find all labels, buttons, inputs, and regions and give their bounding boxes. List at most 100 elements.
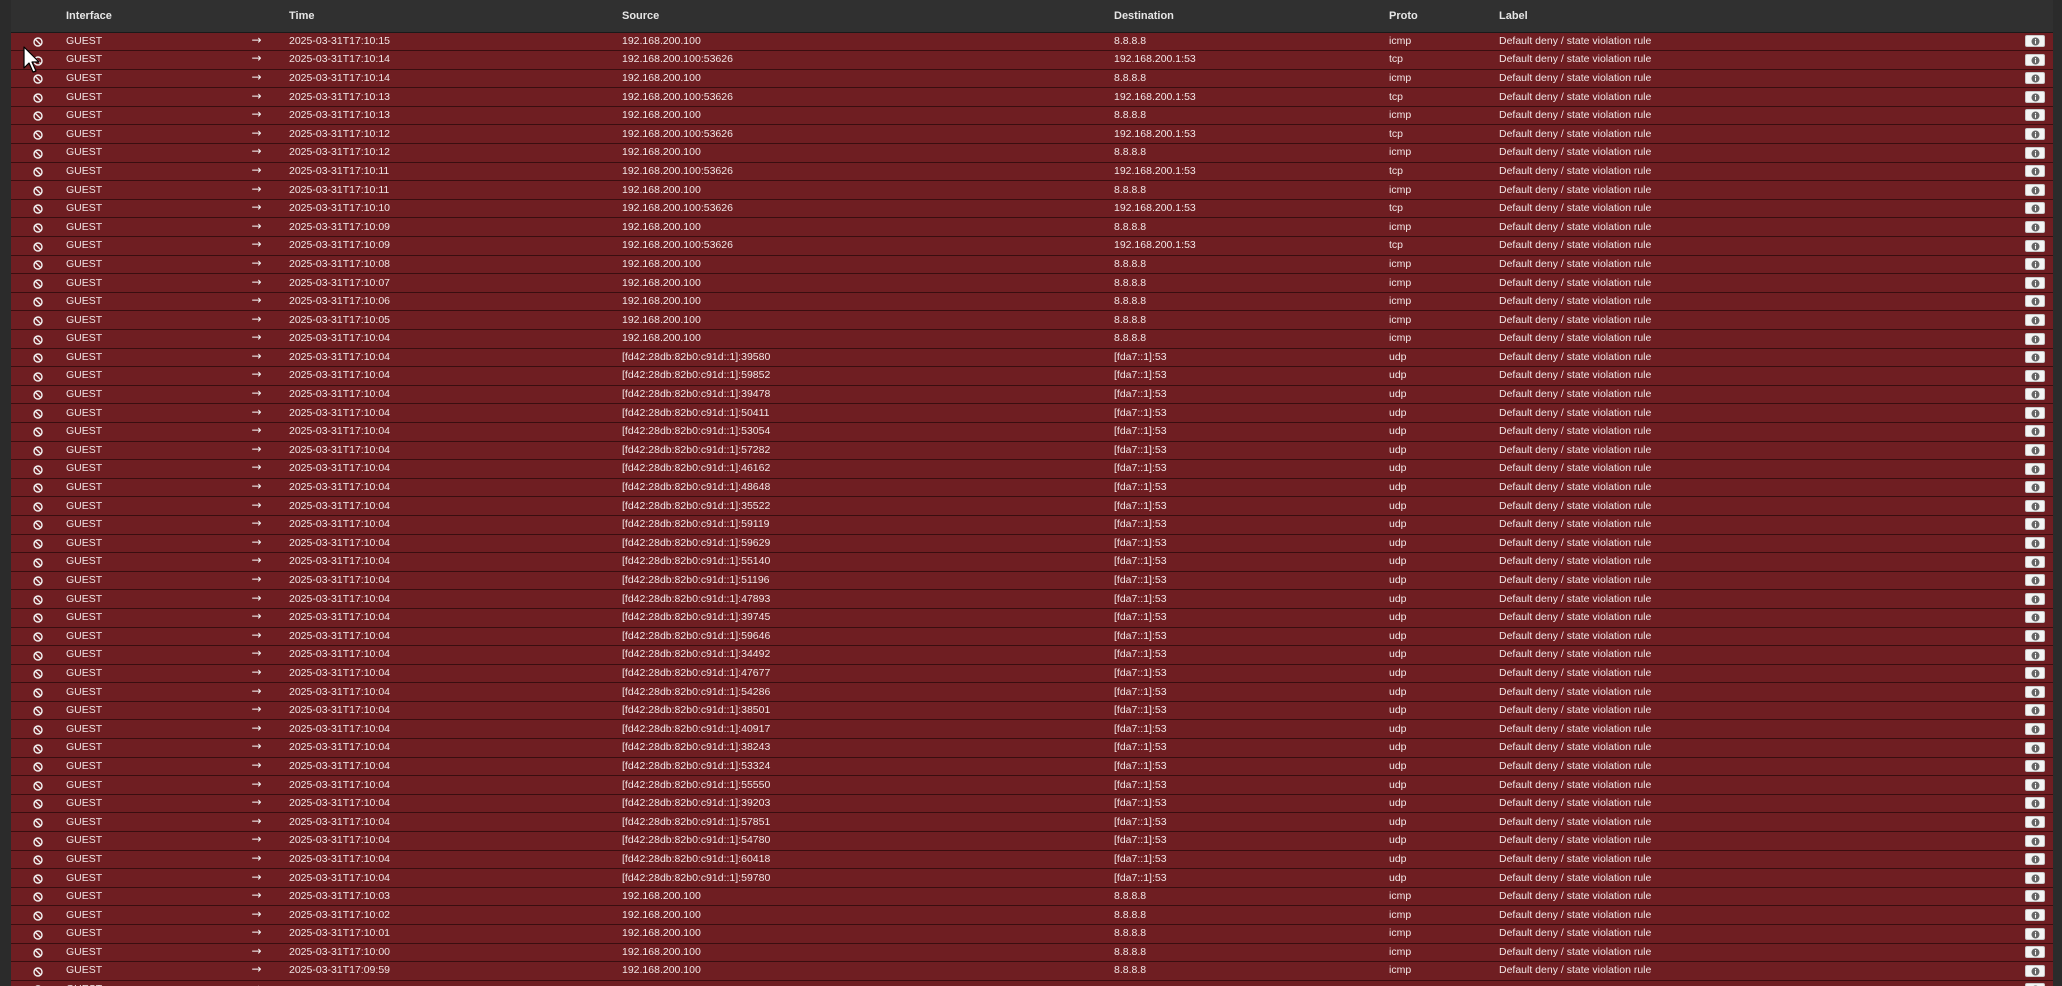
table-row[interactable]: GUEST → 2025-03-31T17:10:04 [fd42:28db:82b0… bbox=[11, 794, 2053, 814]
info-button[interactable] bbox=[2025, 220, 2045, 233]
info-button[interactable] bbox=[2025, 592, 2045, 605]
info-button[interactable] bbox=[2025, 72, 2045, 85]
table-row[interactable]: GUEST → 2025-03-31T17:10:13 192.168.200.100… bbox=[11, 87, 2053, 107]
table-row[interactable]: GUEST → 2025-03-31T17:10:05 192.168.200.100… bbox=[11, 310, 2053, 330]
table-row[interactable]: GUEST → 2025-03-31T17:10:04 [fd42:28db:82b0… bbox=[11, 682, 2053, 702]
info-button[interactable] bbox=[2025, 90, 2045, 103]
info-button[interactable] bbox=[2025, 927, 2045, 940]
info-button[interactable] bbox=[2025, 722, 2045, 735]
table-row[interactable]: GUEST → 2025-03-31T17:10:04 [fd42:28db:82b0… bbox=[11, 850, 2053, 870]
table-row[interactable]: GUEST → 2025-03-31T17:10:09 192.168.200.100… bbox=[11, 217, 2053, 238]
info-button[interactable] bbox=[2025, 611, 2045, 624]
info-button[interactable] bbox=[2025, 685, 2045, 698]
table-row[interactable]: GUEST → 2025-03-31T17:10:04 [fd42:28db:82b0… bbox=[11, 757, 2053, 777]
info-button[interactable] bbox=[2025, 871, 2045, 884]
table-row[interactable]: GUEST → 2025-03-31T17:10:14 192.168.200.100… bbox=[11, 69, 2053, 89]
info-button[interactable] bbox=[2025, 351, 2045, 364]
info-button[interactable] bbox=[2025, 481, 2045, 494]
table-row[interactable]: GUEST → 2025-03-31T17:10:06 192.168.200.100… bbox=[11, 292, 2053, 312]
table-row[interactable]: GUEST → 2025-03-31T17:10:01 192.168.200.100… bbox=[11, 924, 2053, 944]
table-row[interactable]: GUEST → 2025-03-31T17:10:12 192.168.200.100… bbox=[11, 143, 2053, 163]
table-row[interactable]: GUEST → 2025-03-31T17:10:04 [fd42:28db:82b0… bbox=[11, 441, 2053, 461]
table-row[interactable]: GUEST → 2025-03-31T17:10:04 [fd42:28db:82b0… bbox=[11, 719, 2053, 740]
table-row[interactable]: GUEST → 2025-03-31T17:10:07 192.168.200.100… bbox=[11, 273, 2053, 293]
info-button[interactable] bbox=[2025, 741, 2045, 754]
info-button[interactable] bbox=[2025, 406, 2045, 419]
info-button[interactable] bbox=[2025, 648, 2045, 661]
table-row[interactable]: GUEST → 2025-03-31T17:10:10 192.168.200.100… bbox=[11, 199, 2053, 219]
table-row[interactable]: GUEST → 2025-03-31T17:10:04 [fd42:28db:82b0… bbox=[11, 738, 2053, 758]
info-button[interactable] bbox=[2025, 388, 2045, 401]
table-row[interactable]: GUEST → 2025-03-31T17:10:00 192.168.200.100… bbox=[11, 943, 2053, 963]
info-button[interactable] bbox=[2025, 239, 2045, 252]
info-button[interactable] bbox=[2025, 202, 2045, 215]
info-button[interactable] bbox=[2025, 518, 2045, 531]
info-button[interactable] bbox=[2025, 760, 2045, 773]
table-row[interactable]: GUEST → 2025-03-31T17:10:04 [fd42:28db:82b0… bbox=[11, 422, 2053, 442]
table-row[interactable]: GUEST → 2025-03-31T17:10:04 [fd42:28db:82b0… bbox=[11, 366, 2053, 386]
table-row[interactable]: GUEST → 2025-03-31T17:10:04 [fd42:28db:82b0… bbox=[11, 664, 2053, 684]
table-row[interactable]: GUEST → 2025-03-31T17:10:04 [fd42:28db:82b0… bbox=[11, 534, 2053, 554]
info-button[interactable] bbox=[2025, 946, 2045, 959]
table-row[interactable]: GUEST → 2025-03-31T17:10:04 [fd42:28db:82b0… bbox=[11, 831, 2053, 851]
info-button[interactable] bbox=[2025, 462, 2045, 475]
info-button[interactable] bbox=[2025, 499, 2045, 512]
table-row[interactable]: GUEST → 2025-03-31T17:10:04 [fd42:28db:82b0… bbox=[11, 552, 2053, 572]
table-row[interactable]: GUEST → 2025-03-31T17:10:04 [fd42:28db:82b0… bbox=[11, 645, 2053, 665]
table-row[interactable]: GUEST → 2025-03-31T17:10:15 192.168.200.100… bbox=[11, 32, 2053, 52]
info-button[interactable] bbox=[2025, 444, 2045, 457]
info-button[interactable] bbox=[2025, 815, 2045, 828]
table-row[interactable]: GUEST → 2025-03-31T17:10:04 [fd42:28db:82b0… bbox=[11, 868, 2053, 888]
info-button[interactable] bbox=[2025, 667, 2045, 680]
info-button[interactable] bbox=[2025, 35, 2045, 48]
column-interface[interactable]: Interface bbox=[65, 0, 225, 33]
table-row[interactable]: GUEST → 2025-03-31T17:10:04 [fd42:28db:82b0… bbox=[11, 812, 2053, 833]
info-button[interactable] bbox=[2025, 537, 2045, 550]
table-row[interactable]: GUEST → 2025-03-31T17:10:04 [fd42:28db:82b0… bbox=[11, 348, 2053, 368]
info-button[interactable] bbox=[2025, 165, 2045, 178]
table-row[interactable]: GUEST → 2025-03-31T17:10:04 [fd42:28db:82b0… bbox=[11, 589, 2053, 609]
info-button[interactable] bbox=[2025, 778, 2045, 791]
info-button[interactable] bbox=[2025, 425, 2045, 438]
column-proto[interactable]: Proto bbox=[1388, 0, 1498, 33]
info-button[interactable] bbox=[2025, 183, 2045, 196]
info-button[interactable] bbox=[2025, 704, 2045, 717]
info-button[interactable] bbox=[2025, 964, 2045, 977]
table-row[interactable]: GUEST → 2025-03-31T17:10:03 192.168.200.100… bbox=[11, 887, 2053, 907]
info-button[interactable] bbox=[2025, 555, 2045, 568]
table-row[interactable]: GUEST → 2025-03-31T17:10:04 [fd42:28db:82b0… bbox=[11, 515, 2053, 535]
info-button[interactable] bbox=[2025, 146, 2045, 159]
info-button[interactable] bbox=[2025, 109, 2045, 122]
table-row[interactable]: GUEST → 2025-03-31T17:10:04 192.168.200.100… bbox=[11, 329, 2053, 349]
info-button[interactable] bbox=[2025, 630, 2045, 643]
info-button[interactable] bbox=[2025, 295, 2045, 308]
column-source[interactable]: Source bbox=[621, 0, 1113, 33]
table-row[interactable]: GUEST → 2025-03-31T17:10:04 [fd42:28db:82b0… bbox=[11, 627, 2053, 647]
info-button[interactable] bbox=[2025, 853, 2045, 866]
table-row[interactable]: GUEST → 2025-03-31T17:10:04 [fd42:28db:82b0… bbox=[11, 775, 2053, 795]
table-row[interactable]: GUEST → 2025-03-31T17:10:14 192.168.200.100… bbox=[11, 50, 2053, 70]
table-row[interactable]: GUEST → 2025-03-31T17:09:59 192.168.200.100… bbox=[11, 961, 2053, 981]
table-row[interactable]: GUEST → 2025-03-31T17:10:02 192.168.200.100… bbox=[11, 905, 2053, 925]
table-row[interactable]: GUEST → 2025-03-31T17:10:09 192.168.200.100… bbox=[11, 236, 2053, 256]
info-button[interactable] bbox=[2025, 369, 2045, 382]
info-button[interactable] bbox=[2025, 332, 2045, 345]
table-row[interactable]: GUEST → 2025-03-31T17:10:04 [fd42:28db:82b0… bbox=[11, 608, 2053, 628]
table-row[interactable]: GUEST → 2025-03-31T17:10:11 192.168.200.100… bbox=[11, 162, 2053, 182]
info-button[interactable] bbox=[2025, 53, 2045, 66]
table-row[interactable]: GUEST → 2025-03-31T17:10:04 [fd42:28db:82b0… bbox=[11, 571, 2053, 591]
table-row[interactable]: GUEST → 2025-03-31T17:10:13 192.168.200.100… bbox=[11, 106, 2053, 126]
table-row[interactable]: GUEST → 2025-03-31T17:10:04 [fd42:28db:82b0… bbox=[11, 496, 2053, 516]
info-button[interactable] bbox=[2025, 797, 2045, 810]
info-button[interactable] bbox=[2025, 258, 2045, 271]
table-row[interactable]: GUEST → 2025-03-31T17:10:04 [fd42:28db:82b0… bbox=[11, 478, 2053, 498]
column-time[interactable]: Time bbox=[288, 0, 621, 33]
column-label[interactable]: Label bbox=[1498, 0, 2003, 33]
info-button[interactable] bbox=[2025, 890, 2045, 903]
table-row[interactable]: GUEST → 2025-03-31T17:10:12 192.168.200.100… bbox=[11, 124, 2053, 145]
table-row[interactable]: GUEST → 2025-03-31T17:10:04 [fd42:28db:82b0… bbox=[11, 459, 2053, 479]
table-row[interactable]: GUEST → bbox=[11, 980, 2053, 986]
column-destination[interactable]: Destination bbox=[1113, 0, 1388, 33]
info-button[interactable] bbox=[2025, 127, 2045, 140]
info-button[interactable] bbox=[2025, 908, 2045, 921]
